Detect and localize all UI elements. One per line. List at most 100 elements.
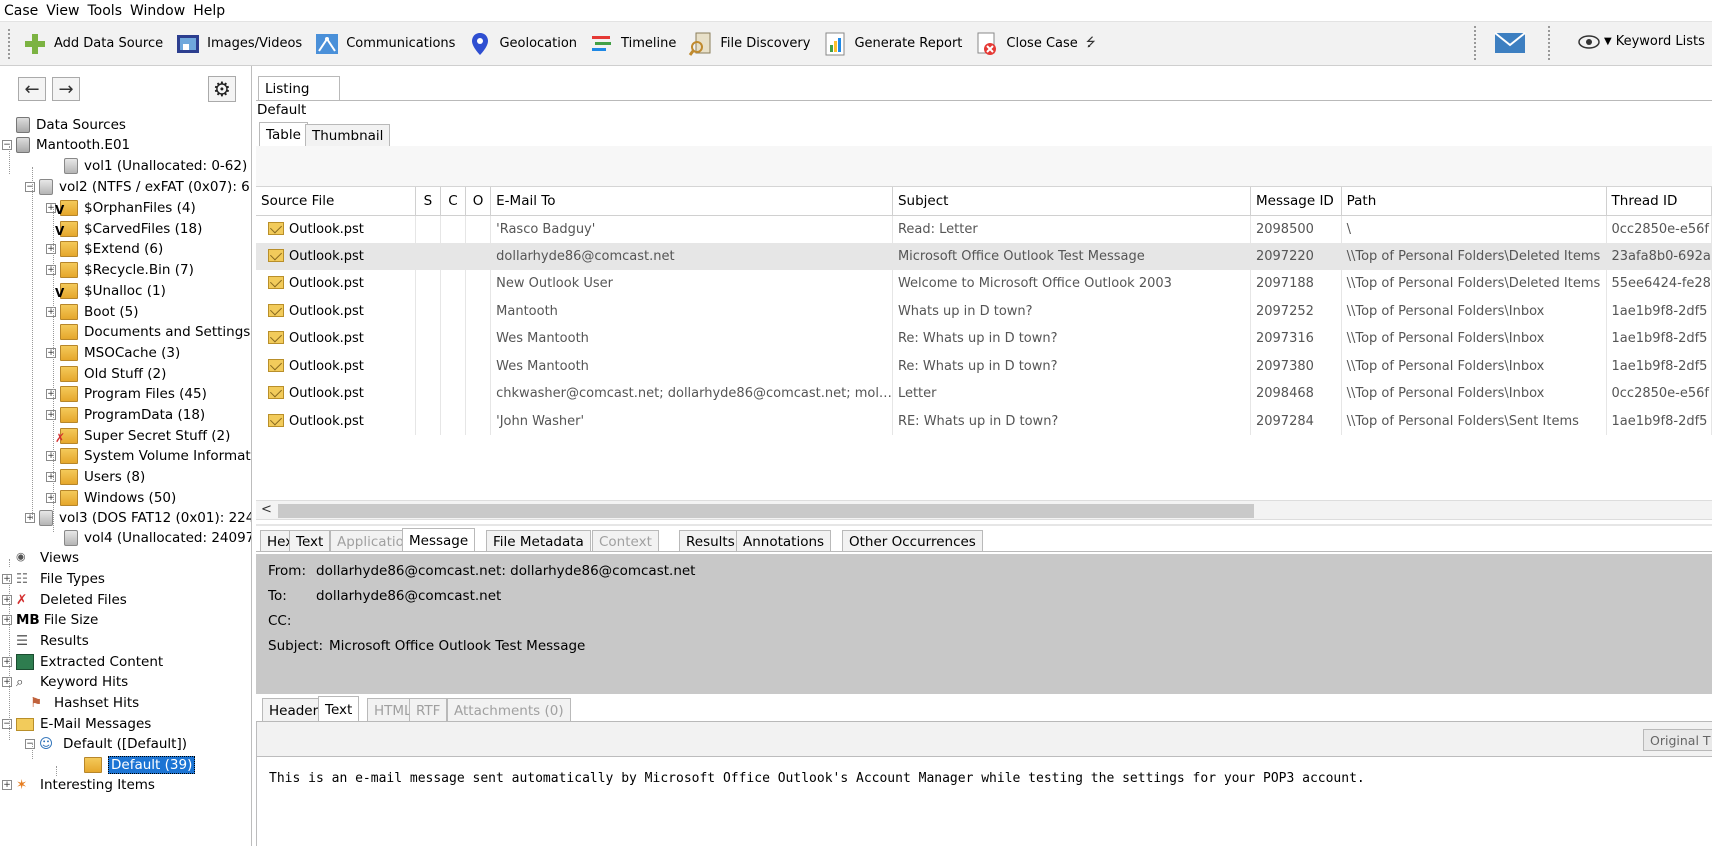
tree-interesting-items[interactable]: + ✶ Interesting Items bbox=[2, 774, 155, 796]
add-data-source-button[interactable]: Add Data Source bbox=[18, 27, 167, 61]
back-arrow-icon[interactable]: ← bbox=[18, 77, 46, 101]
table-row[interactable]: Outlook.pst Wes Mantooth Re: Whats up in D… bbox=[256, 325, 1712, 353]
keyword-lists-button[interactable]: ▼ Keyword Lists bbox=[1578, 34, 1705, 49]
column-header[interactable]: C bbox=[440, 187, 466, 216]
tree-folder-5[interactable]: + Boot (5) bbox=[46, 301, 139, 323]
content-tab-annotations[interactable]: Annotations bbox=[736, 530, 832, 552]
tree-results[interactable]: ☰ Results bbox=[2, 630, 89, 652]
tree-vol1[interactable]: vol1 (Unallocated: 0-62) bbox=[50, 155, 247, 177]
tree-file-size[interactable]: + MB File Size bbox=[2, 609, 98, 631]
tree-folder-8[interactable]: Old Stuff (2) bbox=[46, 363, 166, 385]
content-tab-message[interactable]: Message bbox=[402, 528, 476, 552]
table-row[interactable]: Outlook.pst dollarhyde86@comcast.net Micro… bbox=[256, 242, 1712, 270]
tree-vol2[interactable]: − vol2 (NTFS / exFAT (0x07): 6 bbox=[25, 176, 250, 198]
tree-email-messages[interactable]: − E-Mail Messages bbox=[2, 713, 151, 735]
gear-icon[interactable]: ⚙ bbox=[208, 76, 236, 102]
table-row[interactable]: Outlook.pst 'John Washer' RE: Whats up in … bbox=[256, 407, 1712, 435]
tree-folder-9[interactable]: + Program Files (45) bbox=[46, 383, 207, 405]
splitter[interactable] bbox=[256, 524, 1712, 526]
tree-keyword-hits[interactable]: + ⌕ Keyword Hits bbox=[2, 671, 128, 693]
table-row[interactable]: Outlook.pst New Outlook User Welcome to Mi… bbox=[256, 270, 1712, 298]
tree-expander-icon[interactable]: + bbox=[2, 615, 12, 625]
tree-folder-11[interactable]: ✗ Super Secret Stuff (2) bbox=[46, 425, 230, 447]
content-tab-file-metadata[interactable]: File Metadata bbox=[486, 530, 591, 552]
tree-vol4[interactable]: vol4 (Unallocated: 240975-25 bbox=[50, 527, 251, 549]
tree-expander-icon[interactable]: + bbox=[2, 780, 12, 790]
tree-extracted-content[interactable]: + Extracted Content bbox=[2, 651, 163, 673]
content-tab-other-occurrences[interactable]: Other Occurrences bbox=[842, 530, 983, 552]
tree-file-types[interactable]: + ☷ File Types bbox=[2, 568, 105, 590]
tree-mantooth-e01[interactable]: − Mantooth.E01 bbox=[2, 134, 130, 156]
message-tab-rtf[interactable]: RTF bbox=[409, 698, 448, 722]
column-header[interactable]: Source File bbox=[256, 187, 417, 216]
content-tab-results[interactable]: Results bbox=[679, 530, 742, 552]
tree-folder-7[interactable]: + MSOCache (3) bbox=[46, 342, 180, 364]
menu-view[interactable]: View bbox=[46, 3, 79, 19]
tree-expander-icon[interactable]: + bbox=[2, 574, 12, 584]
column-header[interactable]: Thread ID bbox=[1606, 187, 1712, 216]
tree-expander-icon[interactable]: + bbox=[46, 451, 56, 462]
content-tab-context[interactable]: Context bbox=[592, 530, 659, 552]
tree-folder-10[interactable]: + ProgramData (18) bbox=[46, 404, 205, 426]
tab-listing[interactable]: Listing bbox=[258, 76, 340, 100]
tree-folder-3[interactable]: + $Recycle.Bin (7) bbox=[46, 259, 194, 281]
tree-hashset-hits[interactable]: ⚑ Hashset Hits bbox=[16, 692, 139, 714]
tree-expander-icon[interactable]: + bbox=[46, 389, 56, 400]
column-header[interactable]: E-Mail To bbox=[490, 187, 893, 216]
tree-expander-icon[interactable]: + bbox=[46, 306, 56, 317]
tab-thumbnail[interactable]: Thumbnail bbox=[305, 124, 391, 146]
column-header[interactable]: O bbox=[465, 187, 492, 216]
column-header[interactable]: Subject bbox=[892, 187, 1251, 216]
toolbar-overflow-chevron-icon[interactable]: ⭍︎ bbox=[1086, 33, 1096, 54]
scrollbar-thumb[interactable] bbox=[278, 504, 1254, 518]
menu-window[interactable]: Window bbox=[130, 3, 185, 19]
tree-folder-6[interactable]: Documents and Settings ( bbox=[46, 321, 251, 343]
tree-folder-13[interactable]: + Users (8) bbox=[46, 466, 145, 488]
column-header[interactable]: Path bbox=[1341, 187, 1607, 216]
tree-vol3[interactable]: + vol3 (DOS FAT12 (0x01): 224 bbox=[25, 507, 251, 529]
tree-expander-icon[interactable]: + bbox=[2, 657, 12, 667]
forward-arrow-icon[interactable]: → bbox=[52, 77, 80, 101]
tree-folder-1[interactable]: V $CarvedFiles (18) bbox=[46, 218, 202, 240]
tree-views[interactable]: ◉ Views bbox=[2, 547, 79, 569]
table-row[interactable]: Outlook.pst Wes Mantooth Re: Whats up in D… bbox=[256, 352, 1712, 380]
toolbar-grip[interactable] bbox=[8, 28, 12, 59]
tree-folder-12[interactable]: + System Volume Informatio bbox=[46, 445, 251, 467]
column-header[interactable]: Message ID bbox=[1250, 187, 1342, 216]
tree-expander-icon[interactable]: − bbox=[2, 719, 12, 729]
timeline-button[interactable]: Timeline bbox=[585, 27, 680, 61]
table-row[interactable]: Outlook.pst 'Rasco Badguy' Read: Letter 209… bbox=[256, 215, 1712, 243]
tree-folder-14[interactable]: + Windows (50) bbox=[46, 487, 176, 509]
menu-tools[interactable]: Tools bbox=[88, 3, 123, 19]
tree-expander-icon[interactable]: + bbox=[46, 265, 56, 276]
tree-expander-icon[interactable]: + bbox=[2, 677, 12, 687]
mail-button[interactable] bbox=[1494, 32, 1526, 58]
tree-folder-0[interactable]: + V $OrphanFiles (4) bbox=[46, 197, 196, 219]
tree-folder-4[interactable]: V $Unalloc (1) bbox=[46, 280, 166, 302]
tree-expander-icon[interactable]: + bbox=[46, 347, 56, 358]
tree-expander-icon[interactable]: + bbox=[46, 492, 56, 503]
close-case-button[interactable]: Close Case bbox=[970, 27, 1081, 61]
tree-data-sources[interactable]: Data Sources bbox=[2, 114, 126, 136]
tree-expander-icon[interactable]: + bbox=[25, 513, 35, 523]
message-tab-attachments-0-[interactable]: Attachments (0) bbox=[447, 698, 571, 722]
tree-folder-2[interactable]: + $Extend (6) bbox=[46, 238, 163, 260]
table-row[interactable]: Outlook.pst Mantooth Whats up in D town? 20… bbox=[256, 297, 1712, 325]
tree-expander-icon[interactable]: + bbox=[2, 595, 12, 605]
geolocation-button[interactable]: Geolocation bbox=[463, 27, 581, 61]
original-text-button[interactable]: Original T bbox=[1643, 729, 1712, 751]
communications-button[interactable]: Communications bbox=[310, 27, 459, 61]
tree-expander-icon[interactable]: − bbox=[2, 140, 12, 150]
tree-expander-icon[interactable]: + bbox=[46, 472, 56, 483]
column-header[interactable]: S bbox=[415, 187, 441, 216]
tree-default-parent[interactable]: − ☺ Default ([Default]) bbox=[25, 733, 187, 755]
tree-deleted-files[interactable]: + ✗ Deleted Files bbox=[2, 589, 127, 611]
horizontal-scrollbar[interactable]: < bbox=[256, 500, 1712, 520]
file-discovery-button[interactable]: File Discovery bbox=[684, 27, 814, 61]
message-tab-text[interactable]: Text bbox=[318, 696, 360, 722]
tree-expander-icon[interactable]: + bbox=[46, 244, 56, 255]
images-videos-button[interactable]: Images/Videos bbox=[171, 27, 306, 61]
tree-expander-icon[interactable]: − bbox=[25, 182, 35, 192]
generate-report-button[interactable]: Generate Report bbox=[818, 27, 966, 61]
menu-help[interactable]: Help bbox=[193, 3, 225, 19]
